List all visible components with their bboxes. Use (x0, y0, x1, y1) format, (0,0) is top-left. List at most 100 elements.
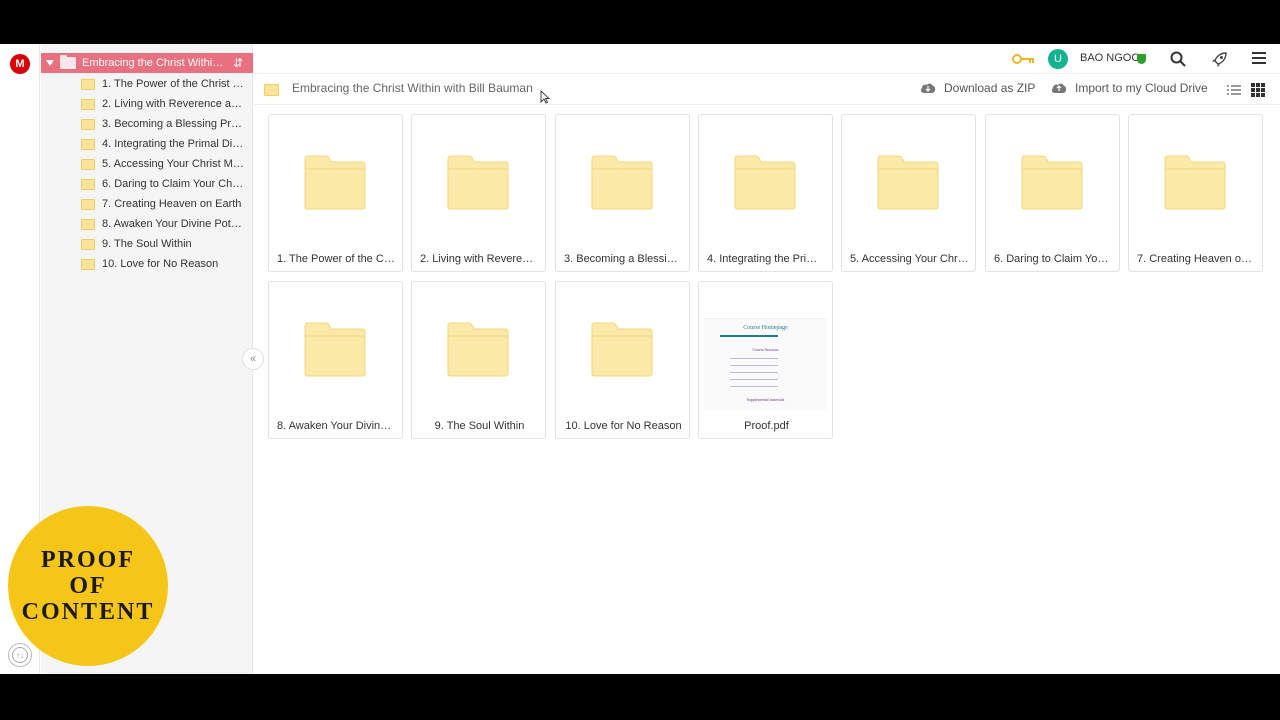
tree-root-item[interactable]: Embracing the Christ Within with Bill Ba… (41, 53, 253, 73)
item-name: 10. Love for No Reason (565, 420, 682, 432)
tree-item[interactable]: 2. Living with Reverence and Joy (41, 94, 253, 114)
folder-card[interactable]: 6. Daring to Claim Your Christ Self (985, 114, 1121, 272)
pdf-preview-thumbnail: Course Homepage Course Sessions Supplement… (704, 318, 827, 410)
tree-item[interactable]: 3. Becoming a Blessing Presence (41, 114, 253, 134)
folder-icon (264, 84, 279, 96)
folder-card[interactable]: 5. Accessing Your Christ Mind (841, 114, 977, 272)
pdf-preview-section: Supplemental materials (746, 397, 785, 402)
folder-icon (81, 158, 95, 170)
tree-item-label: 3. Becoming a Blessing Presence (102, 118, 244, 130)
menu-icon[interactable] (1252, 52, 1266, 64)
mouse-cursor-icon (540, 90, 550, 104)
folder-card[interactable]: 7. Creating Heaven on Earth (1128, 114, 1264, 272)
folder-icon (60, 55, 76, 69)
folder-icon (447, 322, 509, 377)
item-name: 4. Integrating the Primal Divine (707, 253, 834, 265)
tree-item-label: 9. The Soul Within (102, 238, 192, 250)
cloud-import-icon (1051, 83, 1067, 93)
tree-item[interactable]: 8. Awaken Your Divine Potential (41, 214, 253, 234)
mega-logo[interactable]: M (10, 54, 30, 74)
search-icon[interactable] (1170, 51, 1186, 67)
import-cloud-drive-button[interactable]: Import to my Cloud Drive (1051, 81, 1208, 95)
rocket-icon[interactable] (1210, 51, 1228, 69)
tree-item[interactable]: 9. The Soul Within (41, 234, 253, 254)
item-name: 3. Becoming a Blessing Presence (564, 253, 691, 265)
download-zip-label: Download as ZIP (944, 81, 1036, 95)
pdf-preview-section: Course Sessions (752, 347, 779, 352)
badge-line: OF (69, 573, 107, 599)
folder-card[interactable]: 2. Living with Reverence and Joy (411, 114, 547, 272)
badge-line: CONTENT (21, 599, 155, 625)
folder-icon (304, 322, 366, 377)
folder-icon (81, 178, 95, 190)
breadcrumb: Embracing the Christ Within with Bill Ba… (254, 75, 1280, 105)
page-title[interactable]: Embracing the Christ Within with Bill Ba… (292, 81, 533, 95)
key-icon[interactable] (1012, 52, 1036, 66)
item-name: 1. The Power of the Christ Within (277, 253, 404, 265)
item-name: 5. Accessing Your Christ Mind (850, 253, 977, 265)
username[interactable]: BAO NGOC (1080, 52, 1139, 64)
file-card[interactable]: Course Homepage Course Sessions Supplement… (698, 281, 833, 439)
top-bar: U BAO NGOC (254, 44, 1280, 74)
tree-item[interactable]: 7. Creating Heaven on Earth (41, 194, 253, 214)
folder-icon (304, 155, 366, 210)
folder-card[interactable]: 9. The Soul Within (411, 281, 546, 439)
folder-icon (591, 322, 653, 377)
item-name: 8. Awaken Your Divine Potential (277, 420, 404, 432)
folder-icon (447, 155, 509, 210)
tree-item-label: 2. Living with Reverence and Joy (102, 98, 244, 110)
import-cloud-drive-label: Import to my Cloud Drive (1075, 81, 1208, 95)
tree-item[interactable]: 1. The Power of the Christ Within (41, 74, 253, 94)
item-name: 6. Daring to Claim Your Christ Self (994, 253, 1121, 265)
tree-item-label: 4. Integrating the Primal Divine (102, 138, 244, 150)
tree-item-label: 5. Accessing Your Christ Mind (102, 158, 244, 170)
tree-item-label: 1. The Power of the Christ Within (102, 78, 244, 90)
folder-card[interactable]: 10. Love for No Reason (555, 281, 690, 439)
sort-icon[interactable]: ⇵ (231, 56, 245, 70)
item-name: 9. The Soul Within (434, 420, 525, 432)
folder-card[interactable]: 8. Awaken Your Divine Potential (268, 281, 404, 439)
folder-icon (81, 118, 95, 130)
grid-view-icon[interactable] (1251, 83, 1265, 97)
list-view-icon[interactable] (1227, 84, 1241, 96)
tree-list: 1. The Power of the Christ Within 2. Livi… (41, 74, 253, 274)
avatar[interactable]: U (1048, 49, 1068, 69)
folder-icon (81, 218, 95, 230)
tree-item[interactable]: 10. Love for No Reason (41, 254, 253, 274)
transfer-icon[interactable]: ↑↓ (8, 643, 32, 667)
folder-card[interactable]: 4. Integrating the Primal Divine (698, 114, 834, 272)
folder-icon (81, 98, 95, 110)
caret-down-icon[interactable] (46, 60, 54, 66)
download-zip-button[interactable]: Download as ZIP (920, 81, 1035, 95)
app-window: M ↑↓ Embracing the Christ Within with Bi… (0, 44, 1280, 674)
folder-icon (81, 78, 95, 90)
folder-icon (81, 198, 95, 210)
cloud-download-icon (920, 83, 936, 93)
badge-line: PROOF (41, 547, 135, 573)
tree-item-label: 8. Awaken Your Divine Potential (102, 218, 244, 230)
tree-item-label: 6. Daring to Claim Your Christ Self (102, 178, 244, 190)
folder-icon (1021, 155, 1083, 210)
tree-root-label: Embracing the Christ Within with Bill Ba… (82, 57, 224, 69)
folder-card[interactable]: 3. Becoming a Blessing Presence (555, 114, 691, 272)
proof-of-content-badge: PROOF OF CONTENT (8, 506, 168, 666)
item-name: Proof.pdf (744, 420, 789, 432)
tree-item-label: 7. Creating Heaven on Earth (102, 198, 242, 210)
folder-icon (1164, 155, 1226, 210)
tree-item[interactable]: 5. Accessing Your Christ Mind (41, 154, 253, 174)
item-name: 2. Living with Reverence and Joy (420, 253, 547, 265)
folder-icon (81, 238, 95, 250)
shield-icon (1137, 54, 1146, 64)
tree-item[interactable]: 4. Integrating the Primal Divine (41, 134, 253, 154)
folder-icon (591, 155, 653, 210)
folder-card[interactable]: 1. The Power of the Christ Within (268, 114, 404, 272)
folder-icon (81, 138, 95, 150)
folder-icon (81, 258, 95, 270)
tree-item-label: 10. Love for No Reason (102, 258, 219, 270)
pdf-preview-title: Course Homepage (743, 325, 788, 331)
folder-icon (877, 155, 939, 210)
collapse-sidebar-button[interactable]: « (242, 348, 264, 370)
tree-item[interactable]: 6. Daring to Claim Your Christ Self (41, 174, 253, 194)
item-name: 7. Creating Heaven on Earth (1137, 253, 1264, 265)
folder-icon (734, 155, 796, 210)
